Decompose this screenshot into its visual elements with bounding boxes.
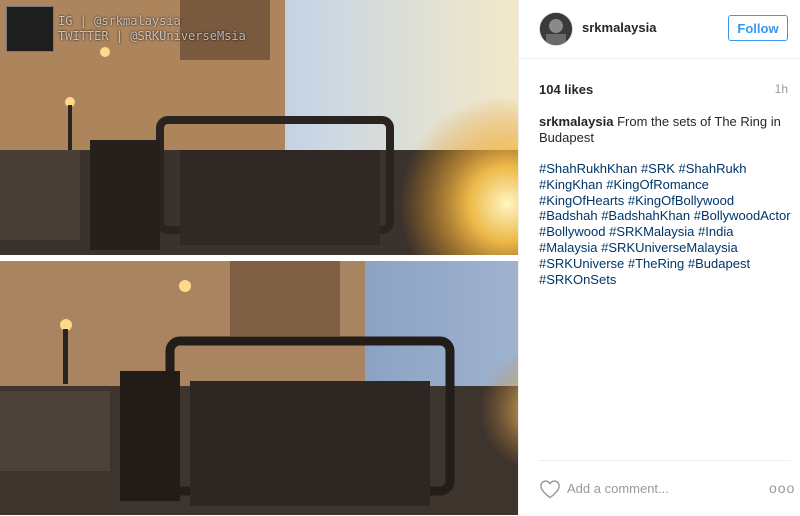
- avatar-image: [540, 13, 572, 45]
- comment-bar: ooo: [539, 460, 794, 516]
- watermark-line-twitter: TWITTER | @SRKUniverseMsia: [58, 29, 246, 43]
- hashtag-link[interactable]: #SRKUniverseMalaysia: [601, 240, 738, 255]
- hashtag-link[interactable]: #ShahRukh: [679, 161, 747, 176]
- hashtag-link[interactable]: #Badshah: [539, 208, 598, 223]
- hashtag-link[interactable]: #KingOfBollywood: [628, 193, 734, 208]
- hashtag-list: #ShahRukhKhan #SRK #ShahRukh #KingKhan #…: [539, 161, 800, 287]
- hashtag-link[interactable]: #SRKMalaysia: [609, 224, 694, 239]
- caption: srkmalaysia From the sets of The Ring in…: [539, 114, 794, 146]
- caption-username[interactable]: srkmalaysia: [539, 114, 613, 129]
- post-sidebar: srkmalaysia Follow 104 likes 1h srkmalay…: [518, 0, 800, 515]
- watermark-line-instagram: IG | @srkmalaysia: [58, 14, 181, 28]
- hashtag-link[interactable]: #ShahRukhKhan: [539, 161, 637, 176]
- hashtag-link[interactable]: #TheRing: [628, 256, 684, 271]
- hashtag-link[interactable]: #Bollywood: [539, 224, 606, 239]
- hashtag-link[interactable]: #SRKOnSets: [539, 272, 616, 287]
- post-timestamp[interactable]: 1h: [775, 82, 788, 96]
- post-header: srkmalaysia Follow: [519, 0, 800, 59]
- hashtag-link[interactable]: #KingOfRomance: [606, 177, 709, 192]
- avatar[interactable]: [539, 12, 573, 46]
- more-options-icon[interactable]: ooo: [769, 481, 794, 495]
- hashtag-link[interactable]: #Budapest: [688, 256, 750, 271]
- hashtag-link[interactable]: #SRKUniverse: [539, 256, 624, 271]
- hashtag-link[interactable]: #Malaysia: [539, 240, 598, 255]
- hashtag-link[interactable]: #India: [698, 224, 733, 239]
- watermark-text: IG | @srkmalaysia TWITTER | @SRKUniverse…: [58, 14, 246, 44]
- hashtag-link[interactable]: #BadshahKhan: [601, 208, 690, 223]
- follow-button[interactable]: Follow: [728, 15, 788, 41]
- instagram-post: IG | @srkmalaysia TWITTER | @SRKUniverse…: [0, 0, 800, 515]
- hashtag-link[interactable]: #SRK: [641, 161, 675, 176]
- username[interactable]: srkmalaysia: [582, 20, 656, 35]
- photo-bottom: [0, 261, 518, 515]
- watermark-logo: [6, 6, 54, 52]
- comment-input[interactable]: [567, 478, 747, 498]
- hashtag-link[interactable]: #BollywoodActor: [694, 208, 791, 223]
- hashtag-link[interactable]: #KingKhan: [539, 177, 603, 192]
- post-media[interactable]: IG | @srkmalaysia TWITTER | @SRKUniverse…: [0, 0, 518, 515]
- heart-icon[interactable]: [539, 479, 561, 499]
- photo-top: IG | @srkmalaysia TWITTER | @SRKUniverse…: [0, 0, 518, 255]
- hashtag-link[interactable]: #KingOfHearts: [539, 193, 624, 208]
- likes-count[interactable]: 104 likes: [539, 82, 593, 97]
